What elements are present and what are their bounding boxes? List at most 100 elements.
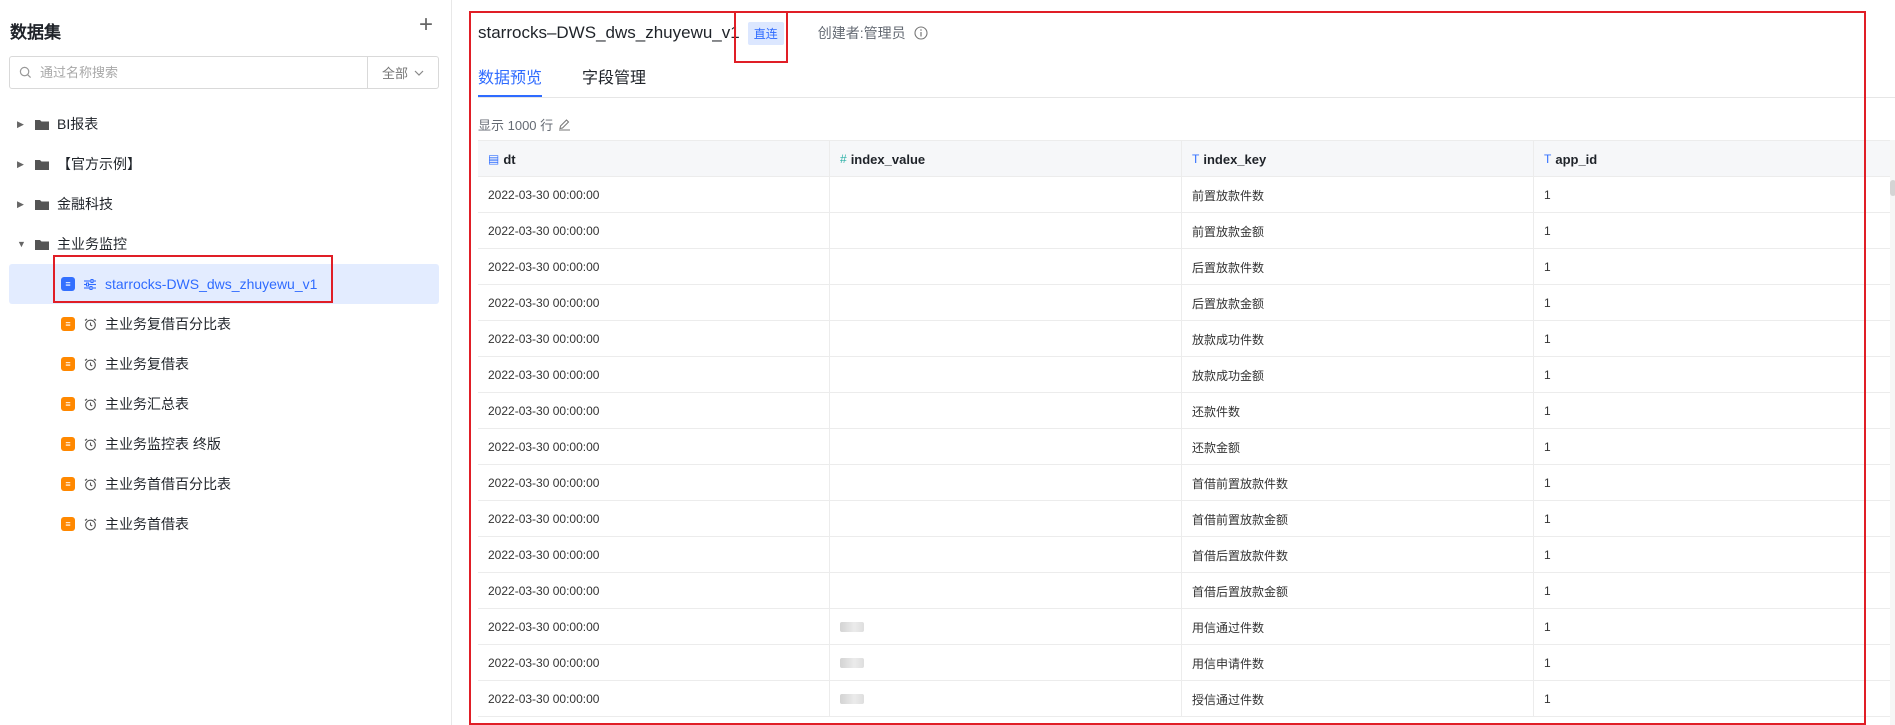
filter-select[interactable]: 全部 (367, 57, 438, 88)
tab-data-preview[interactable]: 数据预览 (478, 64, 543, 97)
text-type-icon: T (1192, 152, 1200, 166)
table-cell: 1 (1544, 656, 1551, 670)
table-cell: 2022-03-30 00:00:00 (478, 537, 830, 573)
table-cell: 首借前置放款金额 (1182, 501, 1534, 537)
table-row: 2022-03-30 00:00:00 前置放款件数 1 (478, 177, 1890, 213)
table-cell: 首借前置放款件数 (1182, 465, 1534, 501)
table-cell: 2022-03-30 00:00:00 (478, 393, 830, 429)
search-box: 全部 (9, 56, 439, 89)
direct-connect-tag: 直连 (747, 21, 784, 45)
dataset-badge-icon: ≡ (61, 437, 75, 451)
tab-field-management[interactable]: 字段管理 (582, 64, 646, 97)
table-cell: 2022-03-30 00:00:00 (478, 465, 830, 501)
caret-down-icon[interactable]: ▼ (17, 239, 27, 249)
folder-icon (35, 119, 49, 130)
table-header: ▤ dt # index_value T index_key T app_id (478, 141, 1890, 177)
filter-select-label: 全部 (381, 66, 408, 81)
column-header[interactable]: T index_key (1182, 141, 1534, 177)
folder-label: BI报表 (57, 116, 99, 132)
blurred-value (840, 622, 864, 632)
row-count-label: 显示 1000 行 (478, 118, 554, 133)
blurred-value (840, 658, 864, 668)
table-cell: 2022-03-30 00:00:00 (478, 501, 830, 537)
table-row: 2022-03-30 00:00:00 还款金额 1 (478, 429, 1890, 465)
table-cell (830, 213, 1182, 249)
table-row: 2022-03-30 00:00:00 用信申请件数 1 (478, 645, 1890, 681)
table-cell (830, 537, 1182, 573)
dataset-item[interactable]: ≡ 主业务首借百分比表 (9, 464, 439, 504)
creator-label: 创建者:管理员 (817, 25, 906, 41)
dataset-item[interactable]: ≡ 主业务首借表 (9, 504, 439, 544)
info-icon[interactable] (914, 26, 928, 40)
folder-label: 主业务监控 (57, 236, 127, 252)
dataset-item[interactable]: ≡ 主业务汇总表 (9, 384, 439, 424)
dataset-item-label: 主业务复借表 (105, 356, 189, 372)
alarm-clock-icon (83, 517, 97, 531)
table-cell: 放款成功金额 (1182, 357, 1534, 393)
table-row: 2022-03-30 00:00:00 授信通过件数 1 (478, 681, 1890, 717)
dataset-badge-icon: ≡ (61, 477, 75, 491)
table-cell: 首借后置放款金额 (1182, 573, 1534, 609)
table-cell: 2022-03-30 00:00:00 (478, 285, 830, 321)
table-cell: 用信申请件数 (1182, 645, 1534, 681)
folder-icon (35, 159, 49, 170)
table-cell: 还款件数 (1182, 393, 1534, 429)
vertical-scrollbar[interactable] (1890, 140, 1895, 725)
sidebar-title: 数据集 (10, 23, 61, 42)
table-cell: 后置放款金额 (1182, 285, 1534, 321)
plus-icon[interactable]: + (414, 13, 438, 38)
table-row: 2022-03-30 00:00:00 首借后置放款件数 1 (478, 537, 1890, 573)
table-cell: 1 (1544, 584, 1551, 598)
dataset-header: starrocks–DWS_dws_zhuyewu_v1 直连 创建者:管理员 (478, 18, 928, 48)
table-row: 2022-03-30 00:00:00 首借后置放款金额 1 (478, 573, 1890, 609)
table-cell: 2022-03-30 00:00:00 (478, 213, 830, 249)
column-name: index_key (1203, 151, 1267, 167)
dataset-item[interactable]: ≡ 主业务监控表 终版 (9, 424, 439, 464)
dataset-item-selected[interactable]: ≡ starrocks-DWS_dws_zhuyewu_v1 (9, 264, 439, 304)
tree-folder[interactable]: ▼ 主业务监控 (9, 224, 439, 264)
search-icon (10, 57, 40, 88)
table-cell: 还款金额 (1182, 429, 1534, 465)
table-cell: 放款成功件数 (1182, 321, 1534, 357)
column-header[interactable]: T app_id (1534, 141, 1890, 177)
dataset-item[interactable]: ≡ 主业务复借表 (9, 344, 439, 384)
table-cell: 首借后置放款件数 (1182, 537, 1534, 573)
caret-right-icon[interactable]: ▶ (17, 199, 27, 210)
table-cell: 2022-03-30 00:00:00 (478, 573, 830, 609)
blurred-value (840, 694, 864, 704)
text-type-icon: T (1544, 152, 1552, 166)
table-cell: 授信通过件数 (1182, 681, 1534, 717)
column-header[interactable]: # index_value (830, 141, 1182, 177)
row-count-setting: 显示 1000 行 (478, 115, 571, 134)
scrollbar-thumb[interactable] (1890, 180, 1895, 196)
table-cell (830, 393, 1182, 429)
folder-icon (35, 199, 49, 210)
alarm-clock-icon (83, 437, 97, 451)
table-cell (830, 645, 1182, 681)
chevron-down-icon (414, 70, 424, 76)
caret-right-icon[interactable]: ▶ (17, 159, 27, 170)
table-cell: 1 (1544, 404, 1551, 418)
table-cell: 1 (1544, 296, 1551, 310)
dataset-badge-icon: ≡ (61, 317, 75, 331)
alarm-clock-icon (83, 477, 97, 491)
table-cell: 1 (1544, 440, 1551, 454)
table-row: 2022-03-30 00:00:00 放款成功金额 1 (478, 357, 1890, 393)
tree-folder[interactable]: ▶ BI报表 (9, 104, 439, 144)
dataset-item-label: starrocks-DWS_dws_zhuyewu_v1 (105, 276, 318, 292)
table-cell: 2022-03-30 00:00:00 (478, 357, 830, 393)
search-input[interactable] (40, 57, 367, 88)
table-row: 2022-03-30 00:00:00 放款成功件数 1 (478, 321, 1890, 357)
date-type-icon: ▤ (488, 152, 500, 166)
table-cell (830, 681, 1182, 717)
table-cell: 1 (1544, 476, 1551, 490)
dataset-item[interactable]: ≡ 主业务复借百分比表 (9, 304, 439, 344)
table-cell: 后置放款件数 (1182, 249, 1534, 285)
tree-folder[interactable]: ▶ 金融科技 (9, 184, 439, 224)
dataset-badge-icon: ≡ (61, 397, 75, 411)
tree-folder[interactable]: ▶ 【官方示例】 (9, 144, 439, 184)
edit-icon[interactable] (558, 118, 571, 131)
caret-right-icon[interactable]: ▶ (17, 119, 27, 130)
column-header[interactable]: ▤ dt (478, 141, 830, 177)
table-row: 2022-03-30 00:00:00 还款件数 1 (478, 393, 1890, 429)
